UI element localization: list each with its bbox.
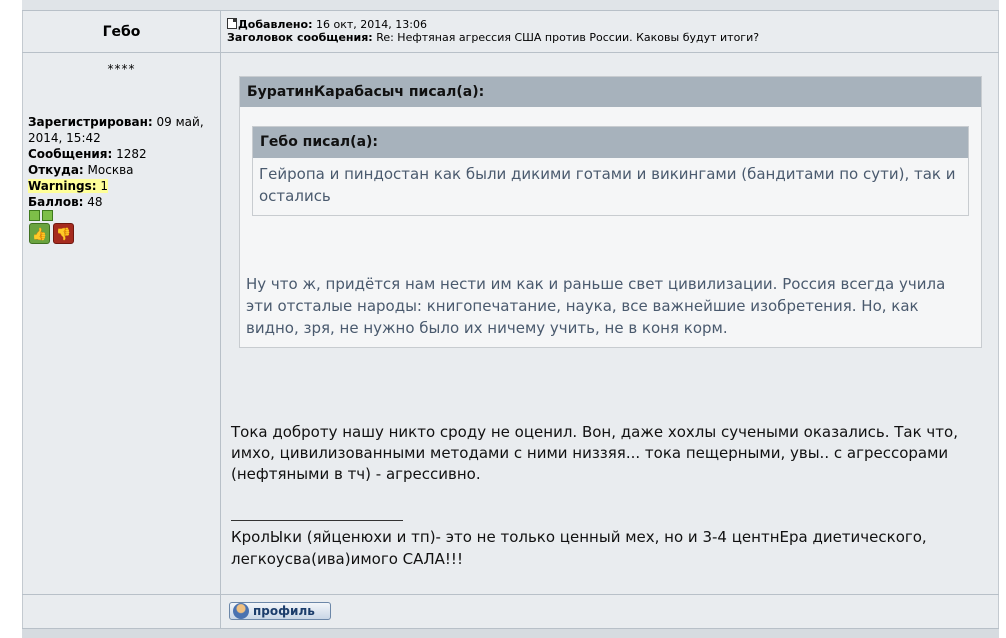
signature-divider bbox=[231, 520, 403, 521]
added-date: 16 окт, 2014, 13:06 bbox=[316, 18, 427, 31]
from-value: Москва bbox=[87, 163, 134, 177]
messages-label: Сообщения: bbox=[28, 147, 113, 161]
quote-inner-header: Гебо писал(а): bbox=[253, 127, 968, 158]
registered-row: Зарегистрирован: 09 май, 2014, 15:42 bbox=[28, 114, 218, 146]
signature-text: КролЫки (яйценюхи и тп)- это не только ц… bbox=[231, 528, 927, 568]
from-label: Откуда: bbox=[28, 163, 84, 177]
points-row: Баллов: 48 bbox=[28, 194, 218, 210]
warnings-label: Warnings: bbox=[28, 179, 97, 193]
user-icon bbox=[233, 603, 249, 619]
profile-button[interactable]: профиль bbox=[229, 602, 331, 620]
post-icon[interactable] bbox=[227, 18, 237, 29]
thumbs-down-icon[interactable]: 👎 bbox=[53, 223, 74, 244]
footer-divider bbox=[22, 594, 999, 595]
subject-text: Re: Нефтяная агрессия США против России.… bbox=[376, 31, 760, 44]
warnings-row: Warnings: 1 bbox=[28, 178, 218, 194]
quote-inner-text: Гейропа и пиндостан как были дикими гота… bbox=[259, 165, 956, 205]
registered-label: Зарегистрирован: bbox=[28, 115, 153, 129]
post-added-row: Добавлено: 16 окт, 2014, 13:06 bbox=[227, 18, 759, 31]
profile-button-label: профиль bbox=[253, 604, 315, 618]
profile-info: Зарегистрирован: 09 май, 2014, 15:42 Соо… bbox=[28, 114, 218, 210]
vote-buttons: 👍 👎 bbox=[29, 223, 74, 244]
post-subject-row: Заголовок сообщения: Re: Нефтяная агресс… bbox=[227, 31, 759, 44]
green-square-icon bbox=[42, 210, 53, 221]
top-strip bbox=[22, 0, 999, 11]
quote-block-inner: Гебо писал(а): Гейропа и пиндостан как б… bbox=[252, 126, 969, 216]
header-divider bbox=[22, 52, 999, 53]
quote-block-outer: БуратинКарабасыч писал(а): Гебо писал(а)… bbox=[239, 76, 982, 348]
quote-outer-header: БуратинКарабасыч писал(а): bbox=[240, 77, 981, 107]
green-square-icon bbox=[29, 210, 40, 221]
post-body-text: Тока доброту нашу никто сроду не оценил.… bbox=[231, 423, 958, 483]
from-row: Откуда: Москва bbox=[28, 162, 218, 178]
warnings-highlight: Warnings: 1 bbox=[28, 179, 109, 193]
warnings-value: 1 bbox=[100, 179, 109, 193]
subject-label: Заголовок сообщения: bbox=[227, 31, 373, 44]
points-value: 48 bbox=[87, 195, 103, 209]
status-icons bbox=[29, 210, 53, 221]
messages-value: 1282 bbox=[116, 147, 147, 161]
column-divider bbox=[220, 10, 221, 628]
post-header: Добавлено: 16 окт, 2014, 13:06 Заголовок… bbox=[227, 18, 759, 44]
points-label: Баллов: bbox=[28, 195, 84, 209]
thumbs-up-icon[interactable]: 👍 bbox=[29, 223, 50, 244]
quote-outer-text: Ну что ж, придётся нам нести им как и ра… bbox=[246, 275, 946, 337]
messages-row: Сообщения: 1282 bbox=[28, 146, 218, 162]
added-label: Добавлено: bbox=[238, 18, 313, 31]
rank-stars: **** bbox=[107, 62, 136, 76]
post-author[interactable]: Гебо bbox=[23, 12, 220, 52]
